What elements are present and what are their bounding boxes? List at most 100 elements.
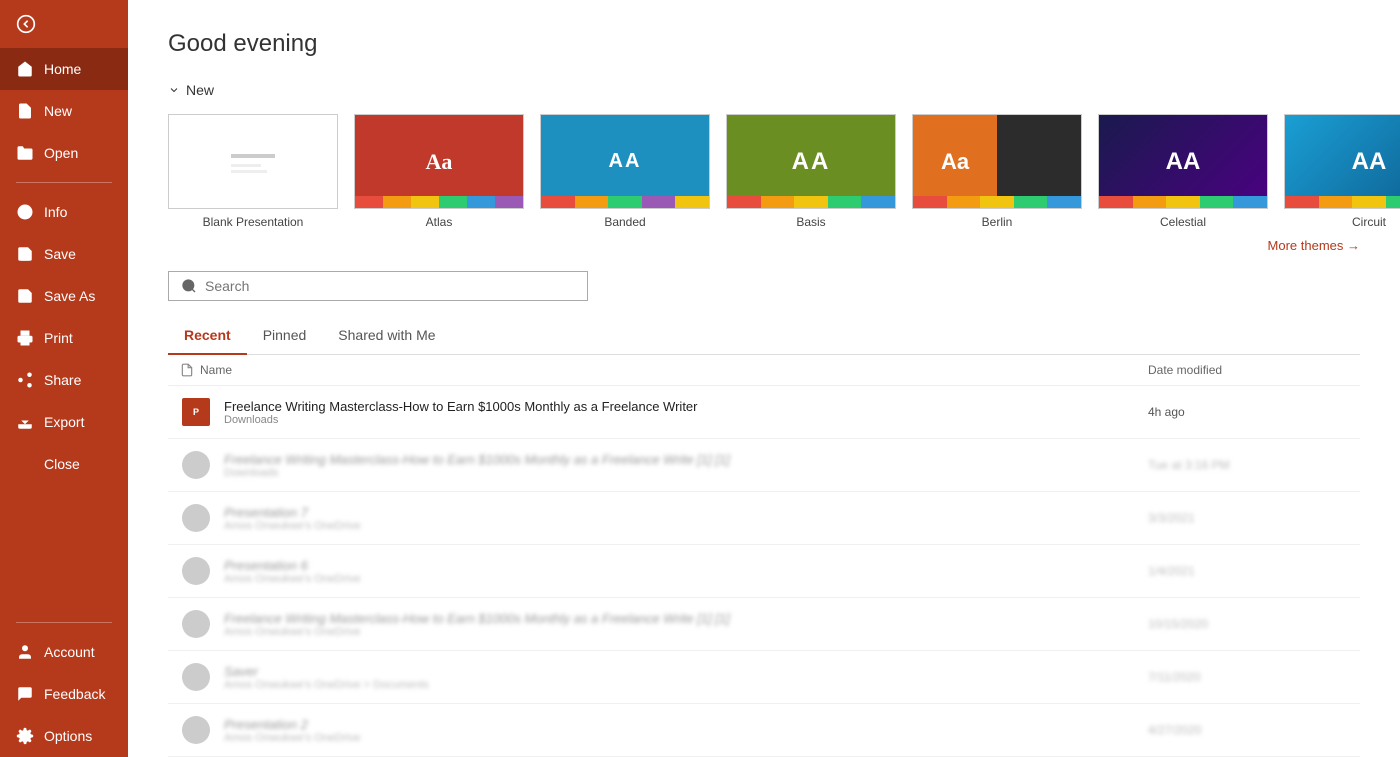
back-button[interactable] — [0, 0, 128, 48]
pptx-blurred-icon — [182, 557, 210, 585]
template-banded-label: Banded — [604, 215, 645, 229]
template-blank-label: Blank Presentation — [203, 215, 304, 229]
file-header-icon — [180, 363, 194, 377]
table-row[interactable]: Presentation 7 Amos Onwukwe's OneDrive 3… — [168, 492, 1360, 545]
pptx-blurred-icon — [182, 451, 210, 479]
sidebar-item-close[interactable]: Close — [0, 443, 128, 485]
sidebar-account-label: Account — [44, 644, 95, 660]
file-list: Name Date modified P Freelance Writing M… — [168, 355, 1360, 757]
template-banded[interactable]: AA Banded — [540, 114, 710, 229]
template-blank[interactable]: Blank Presentation — [168, 114, 338, 229]
sidebar-home-label: Home — [44, 61, 81, 77]
sidebar-item-save-as[interactable]: Save As — [0, 275, 128, 317]
sidebar-feedback-label: Feedback — [44, 686, 105, 702]
template-thumb-banded: AA — [540, 114, 710, 209]
file-icon — [180, 714, 212, 746]
sidebar-item-feedback[interactable]: Feedback — [0, 673, 128, 715]
sidebar-options-label: Options — [44, 728, 92, 744]
file-name: Freelance Writing Masterclass-How to Ear… — [224, 611, 1148, 626]
pptx-blurred-icon — [182, 610, 210, 638]
template-thumb-blank — [168, 114, 338, 209]
sidebar-item-info[interactable]: Info — [0, 191, 128, 233]
search-box — [168, 271, 588, 301]
template-circuit-label: Circuit — [1352, 215, 1386, 229]
file-icon — [180, 608, 212, 640]
table-row[interactable]: Presentation 2 Amos Onwukwe's OneDrive 4… — [168, 704, 1360, 757]
file-date: Tue at 3:16 PM — [1148, 458, 1348, 472]
sidebar-item-home[interactable]: Home — [0, 48, 128, 90]
sidebar: Home New Open Info Save Save As Print Sh… — [0, 0, 128, 757]
sidebar-share-label: Share — [44, 372, 81, 388]
sidebar-item-new[interactable]: New — [0, 90, 128, 132]
sidebar-item-print[interactable]: Print — [0, 317, 128, 359]
search-icon — [181, 278, 197, 294]
file-info: Saver Amos Onwukwe's OneDrive > Document… — [224, 664, 1148, 691]
file-info: Presentation 7 Amos Onwukwe's OneDrive — [224, 505, 1148, 532]
col-date-header: Date modified — [1148, 363, 1348, 377]
search-input[interactable] — [205, 278, 575, 294]
new-section-toggle[interactable]: New — [168, 82, 1360, 98]
file-date: 1/4/2021 — [1148, 564, 1348, 578]
tabs-row: Recent Pinned Shared with Me — [168, 317, 1360, 355]
pptx-icon: P — [182, 398, 210, 426]
sidebar-save-label: Save — [44, 246, 76, 262]
main-content: Good evening New Blank Presentation Aa — [128, 0, 1400, 757]
pptx-blurred-icon — [182, 716, 210, 744]
file-path: Amos Onwukwe's OneDrive — [224, 573, 1148, 585]
col-name-header: Name — [180, 363, 1148, 377]
file-date: 4/27/2020 — [1148, 723, 1348, 737]
template-thumb-berlin: Aa — [912, 114, 1082, 209]
sidebar-new-label: New — [44, 103, 72, 119]
file-name: Presentation 2 — [224, 717, 1148, 732]
tab-pinned[interactable]: Pinned — [247, 317, 323, 355]
file-name: Freelance Writing Masterclass-How to Ear… — [224, 452, 1148, 467]
template-thumb-atlas: Aa — [354, 114, 524, 209]
file-info: Presentation 6 Amos Onwukwe's OneDrive — [224, 558, 1148, 585]
file-name: Presentation 7 — [224, 505, 1148, 520]
sidebar-item-export[interactable]: Export — [0, 401, 128, 443]
template-berlin[interactable]: Aa Berlin — [912, 114, 1082, 229]
more-themes-link[interactable]: More themes → — [168, 237, 1360, 255]
template-berlin-label: Berlin — [982, 215, 1013, 229]
sidebar-item-options[interactable]: Options — [0, 715, 128, 757]
template-atlas[interactable]: Aa Atlas — [354, 114, 524, 229]
tab-shared[interactable]: Shared with Me — [322, 317, 451, 355]
template-thumb-circuit: AA — [1284, 114, 1400, 209]
file-icon — [180, 502, 212, 534]
sidebar-saveas-label: Save As — [44, 288, 95, 304]
file-path: Amos Onwukwe's OneDrive — [224, 732, 1148, 744]
sidebar-item-save[interactable]: Save — [0, 233, 128, 275]
new-section-label: New — [186, 82, 214, 98]
table-row[interactable]: Freelance Writing Masterclass-How to Ear… — [168, 598, 1360, 651]
file-info: Presentation 2 Amos Onwukwe's OneDrive — [224, 717, 1148, 744]
sidebar-item-open[interactable]: Open — [0, 132, 128, 174]
greeting-text: Good evening — [168, 30, 1360, 58]
more-themes-text[interactable]: More themes → — [1268, 238, 1360, 253]
template-circuit[interactable]: AA Circuit — [1284, 114, 1400, 229]
file-name: Saver — [224, 664, 1148, 679]
table-row[interactable]: Presentation 6 Amos Onwukwe's OneDrive 1… — [168, 545, 1360, 598]
template-atlas-label: Atlas — [426, 215, 453, 229]
file-icon — [180, 449, 212, 481]
table-row[interactable]: P Freelance Writing Masterclass-How to E… — [168, 386, 1360, 439]
file-path: Downloads — [224, 414, 1148, 426]
sidebar-print-label: Print — [44, 330, 73, 346]
sidebar-item-share[interactable]: Share — [0, 359, 128, 401]
file-path: Amos Onwukwe's OneDrive > Documents — [224, 679, 1148, 691]
template-thumb-celestial: AA — [1098, 114, 1268, 209]
template-basis-label: Basis — [796, 215, 825, 229]
table-row[interactable]: Saver Amos Onwukwe's OneDrive > Document… — [168, 651, 1360, 704]
file-date: 7/11/2020 — [1148, 670, 1348, 684]
pptx-blurred-icon — [182, 504, 210, 532]
file-info: Freelance Writing Masterclass-How to Ear… — [224, 399, 1148, 426]
tab-recent[interactable]: Recent — [168, 317, 247, 355]
template-basis[interactable]: AA Basis — [726, 114, 896, 229]
file-icon — [180, 555, 212, 587]
file-icon — [180, 661, 212, 693]
template-celestial[interactable]: AA Celestial — [1098, 114, 1268, 229]
file-date: 3/3/2021 — [1148, 511, 1348, 525]
templates-row: Blank Presentation Aa Atlas — [168, 114, 1360, 229]
table-row[interactable]: Freelance Writing Masterclass-How to Ear… — [168, 439, 1360, 492]
file-list-header: Name Date modified — [168, 355, 1360, 386]
sidebar-item-account[interactable]: Account — [0, 631, 128, 673]
